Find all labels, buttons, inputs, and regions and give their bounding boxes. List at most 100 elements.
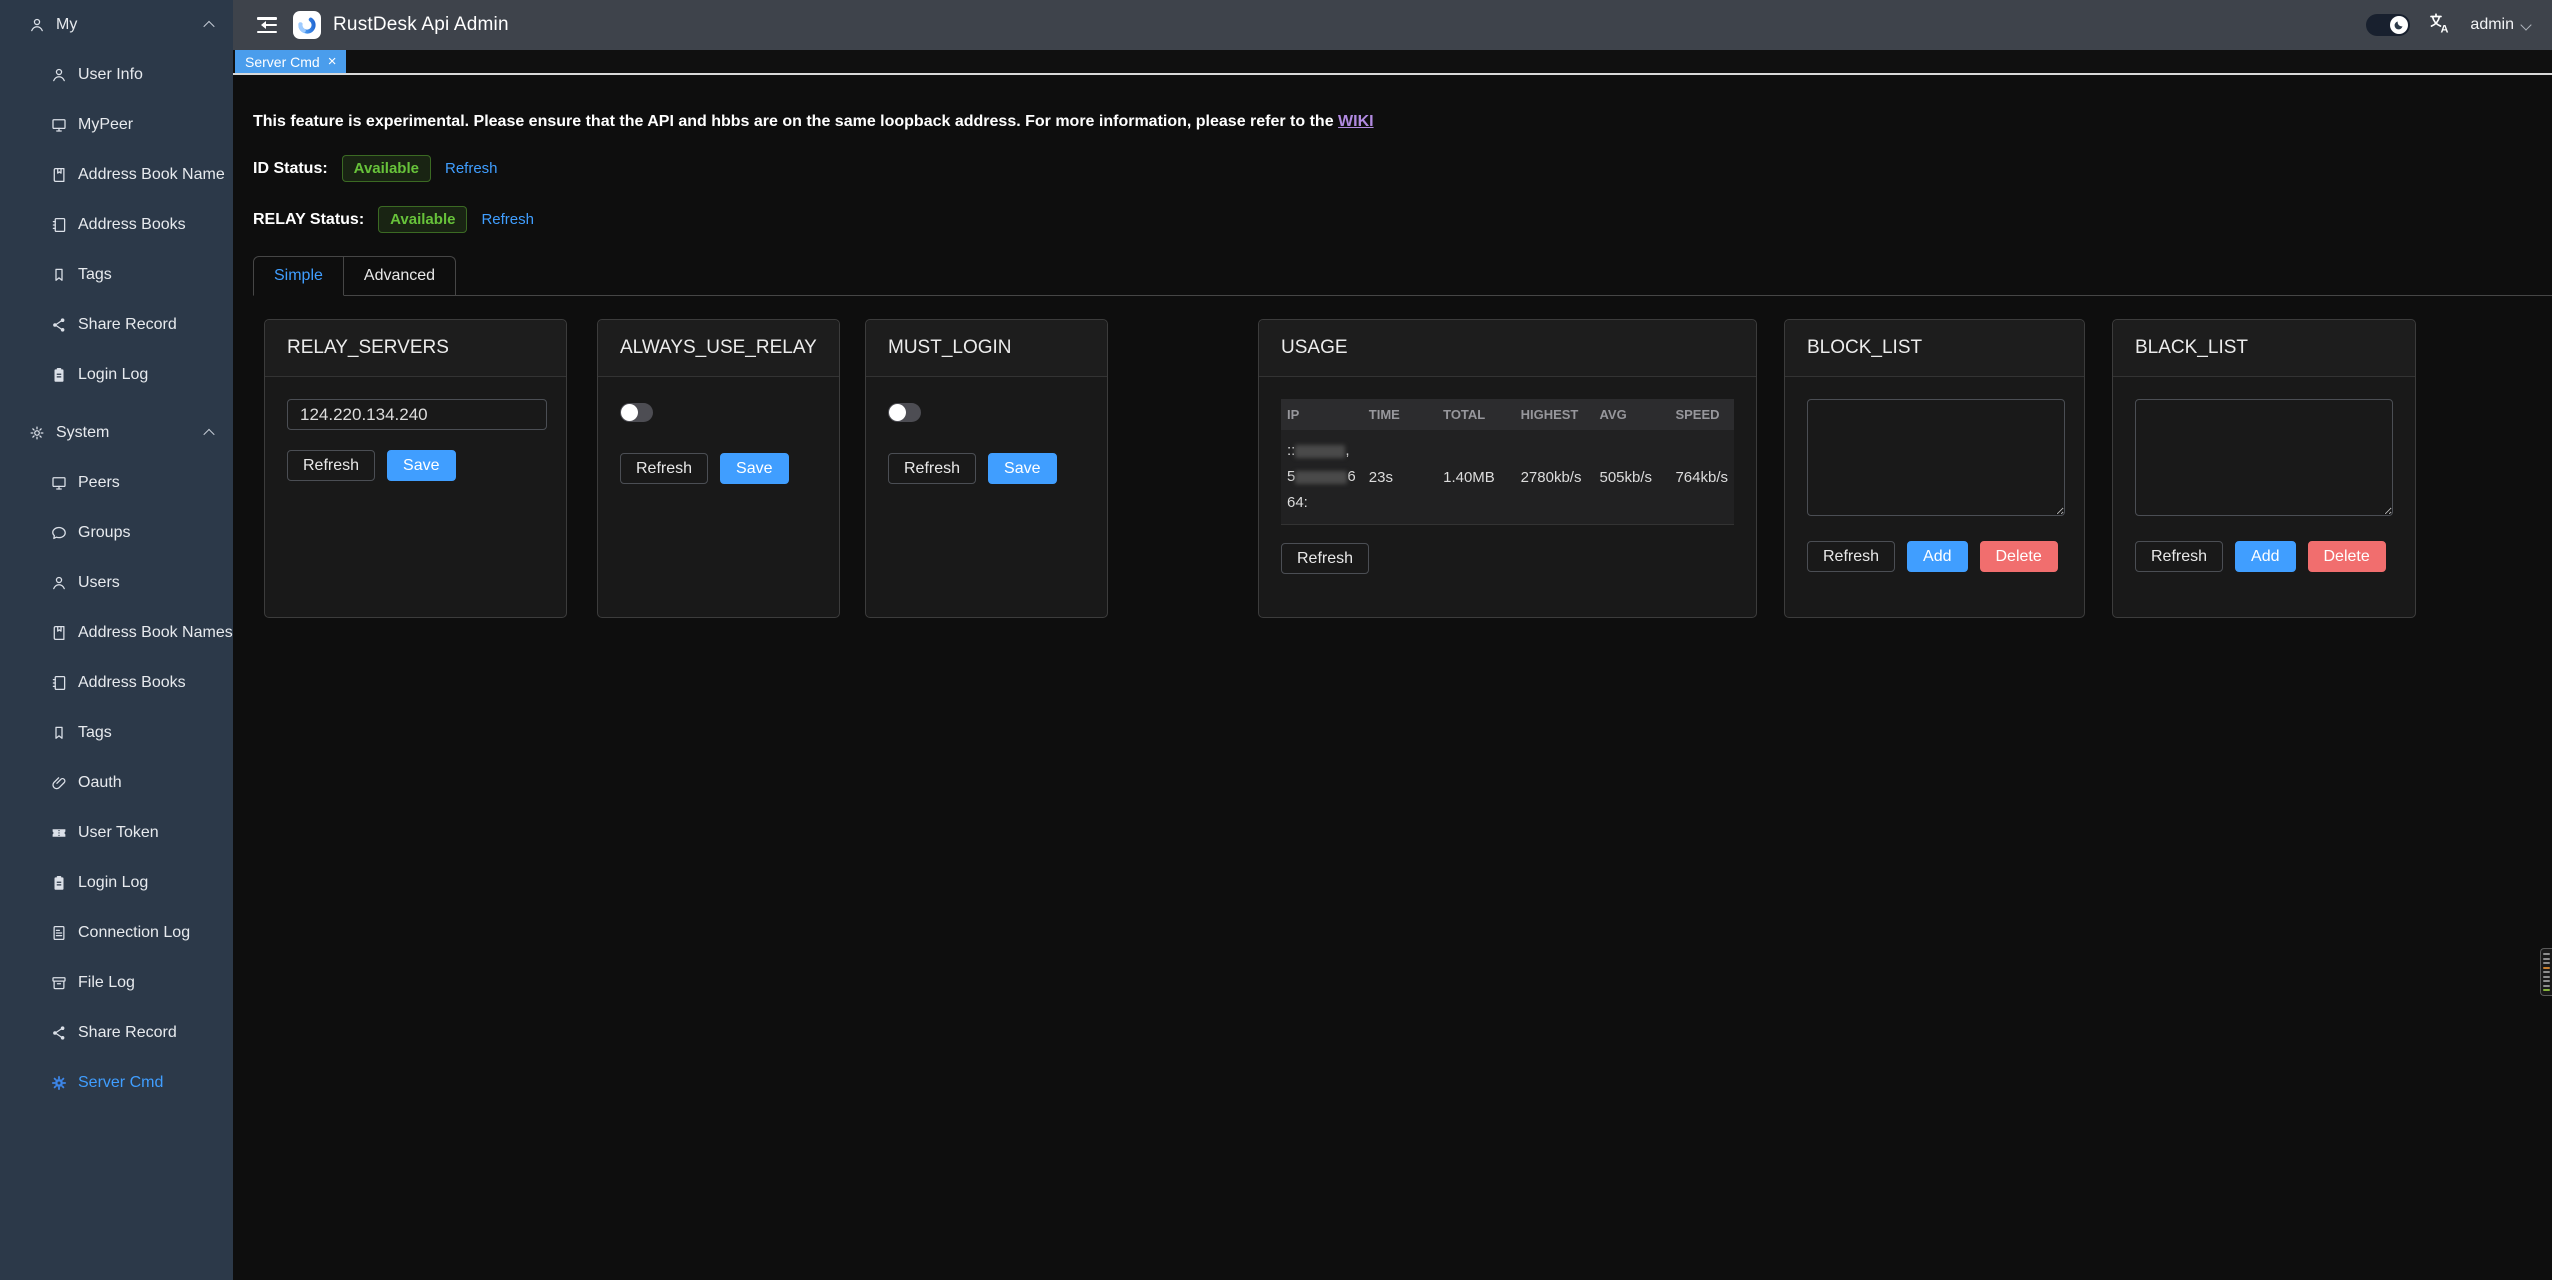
refresh-button[interactable]: Refresh (287, 450, 375, 481)
sidebar-item-file-log[interactable]: File Log (0, 958, 233, 1008)
always-use-relay-toggle[interactable] (620, 403, 653, 422)
sidebar-item-oauth[interactable]: Oauth (0, 758, 233, 808)
chevron-up-icon (203, 429, 214, 440)
delete-button[interactable]: Delete (1980, 541, 2058, 572)
wiki-link[interactable]: WIKI (1338, 113, 1374, 130)
sidebar-collapse-icon[interactable] (257, 17, 277, 33)
dark-mode-toggle[interactable] (2366, 14, 2410, 36)
save-button[interactable]: Save (387, 450, 455, 481)
id-status-refresh-link[interactable]: Refresh (445, 160, 498, 177)
close-tab-icon[interactable]: × (328, 54, 337, 69)
id-status-badge: Available (342, 155, 431, 182)
sidebar-section-system[interactable]: System (0, 408, 233, 458)
usage-highest: 2780kb/s (1515, 430, 1594, 525)
cards-row: RELAY_SERVERS Refresh Save ALWAYS_USE_RE… (264, 319, 2552, 618)
card-black-list: BLACK_LIST Refresh Add Delete (2112, 319, 2416, 618)
sidebar-item-tags-2[interactable]: Tags (0, 708, 233, 758)
notebook-icon (50, 216, 68, 234)
route-tab-server-cmd[interactable]: Server Cmd × (235, 50, 346, 73)
usage-speed: 764kb/s (1669, 430, 1734, 525)
id-status-row: ID Status: Available Refresh (253, 155, 2552, 182)
refresh-button[interactable]: Refresh (2135, 541, 2223, 572)
card-relay-servers: RELAY_SERVERS Refresh Save (264, 319, 567, 618)
mode-tabs: Simple Advanced (253, 256, 2552, 296)
sidebar-item-tags[interactable]: Tags (0, 250, 233, 300)
share-icon (50, 316, 68, 334)
document-icon (50, 924, 68, 942)
relay-servers-input[interactable] (287, 399, 547, 430)
refresh-button[interactable]: Refresh (1281, 543, 1369, 574)
app-title: RustDesk Api Admin (333, 14, 509, 36)
card-usage: USAGE IP TIME TOTAL HIGHEST AVG SPEED (1258, 319, 1757, 618)
sidebar-item-address-books[interactable]: Address Books (0, 200, 233, 250)
clipboard-icon (50, 366, 68, 384)
sidebar-item-address-book-name[interactable]: Address Book Name (0, 150, 233, 200)
sidebar-item-share-record-2[interactable]: Share Record (0, 1008, 233, 1058)
sidebar-item-share-record[interactable]: Share Record (0, 300, 233, 350)
bookmark-icon (50, 724, 68, 742)
sidebar-item-users[interactable]: Users (0, 558, 233, 608)
sidebar-item-peers[interactable]: Peers (0, 458, 233, 508)
sidebar-item-address-books-2[interactable]: Address Books (0, 658, 233, 708)
relay-status-refresh-link[interactable]: Refresh (481, 211, 534, 228)
paperclip-icon (50, 774, 68, 792)
tab-simple[interactable]: Simple (253, 256, 344, 296)
refresh-button[interactable]: Refresh (1807, 541, 1895, 572)
route-tabstrip: Server Cmd × (233, 50, 2552, 75)
archive-box-icon (50, 974, 68, 992)
usage-total: 1.40MB (1437, 430, 1514, 525)
sidebar-item-server-cmd[interactable]: Server Cmd (0, 1058, 233, 1108)
save-button[interactable]: Save (720, 453, 788, 484)
edge-overlay-widget[interactable] (2540, 948, 2552, 996)
must-login-toggle[interactable] (888, 403, 921, 422)
user-dropdown[interactable]: admin (2470, 16, 2530, 34)
col-avg: AVG (1594, 399, 1670, 430)
col-ip: IP (1281, 399, 1363, 430)
add-button[interactable]: Add (1907, 541, 1967, 572)
moon-icon (2390, 16, 2408, 34)
sidebar-item-connection-log[interactable]: Connection Log (0, 908, 233, 958)
sidebar-section-my[interactable]: My (0, 0, 233, 50)
book-icon (50, 166, 68, 184)
monitor-icon (50, 474, 68, 492)
sidebar-item-groups[interactable]: Groups (0, 508, 233, 558)
card-title: ALWAYS_USE_RELAY (598, 320, 839, 377)
black-list-textarea[interactable] (2135, 399, 2393, 516)
card-title: USAGE (1259, 320, 1756, 377)
card-title: BLOCK_LIST (1785, 320, 2084, 377)
card-title: RELAY_SERVERS (265, 320, 566, 377)
ticket-icon (50, 824, 68, 842)
sidebar-item-login-log[interactable]: Login Log (0, 350, 233, 400)
share-icon (50, 1024, 68, 1042)
card-always-use-relay: ALWAYS_USE_RELAY Refresh Save (597, 319, 840, 618)
translate-icon[interactable]: A (2428, 11, 2452, 40)
usage-table: IP TIME TOTAL HIGHEST AVG SPEED (1281, 399, 1734, 525)
refresh-button[interactable]: Refresh (888, 453, 976, 484)
sidebar-item-address-book-names[interactable]: Address Book Names (0, 608, 233, 658)
col-highest: HIGHEST (1515, 399, 1594, 430)
bookmark-icon (50, 266, 68, 284)
chat-bubble-icon (50, 524, 68, 542)
sidebar-item-user-info[interactable]: User Info (0, 50, 233, 100)
experimental-notice: This feature is experimental. Please ens… (253, 113, 1853, 131)
col-speed: SPEED (1669, 399, 1734, 430)
relay-status-badge: Available (378, 206, 467, 233)
col-total: TOTAL (1437, 399, 1514, 430)
sidebar-item-login-log-2[interactable]: Login Log (0, 858, 233, 908)
tab-advanced[interactable]: Advanced (344, 256, 456, 295)
save-button[interactable]: Save (988, 453, 1056, 484)
rustdesk-logo (293, 11, 321, 39)
refresh-button[interactable]: Refresh (620, 453, 708, 484)
delete-button[interactable]: Delete (2308, 541, 2386, 572)
gear-icon (28, 424, 46, 442)
relay-status-label: RELAY Status: (253, 211, 364, 229)
col-time: TIME (1363, 399, 1437, 430)
add-button[interactable]: Add (2235, 541, 2295, 572)
block-list-textarea[interactable] (1807, 399, 2065, 516)
card-must-login: MUST_LOGIN Refresh Save (865, 319, 1108, 618)
notebook-icon (50, 674, 68, 692)
usage-ip: ::, 56 64: (1281, 430, 1363, 525)
sidebar-item-user-token[interactable]: User Token (0, 808, 233, 858)
sidebar-item-mypeer[interactable]: MyPeer (0, 100, 233, 150)
gear-filled-icon (50, 1074, 68, 1092)
